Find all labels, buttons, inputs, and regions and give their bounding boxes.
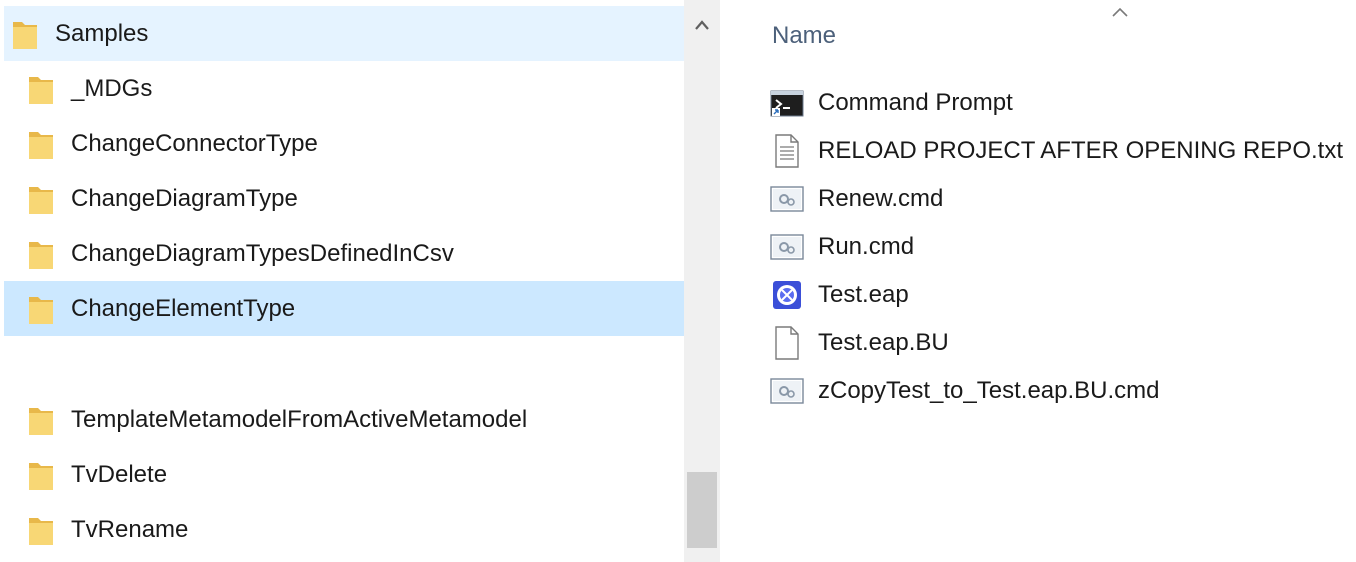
file-row[interactable]: Renew.cmd: [770, 176, 943, 222]
tree-item-change-element-type[interactable]: ChangeElementType: [4, 281, 708, 336]
file-name: Test.eap.BU: [818, 329, 949, 356]
tree-item-label: ChangeElementType: [71, 294, 296, 322]
navigation-pane: Samples _MDGs ChangeConnectorType Change…: [0, 0, 708, 562]
file-row[interactable]: zCopyTest_to_Test.eap.BU.cmd: [770, 368, 1160, 414]
eap-file-icon: [770, 278, 804, 312]
file-row[interactable]: Test.eap: [770, 272, 909, 318]
tree-item-label: _MDGs: [71, 74, 153, 102]
cmd-file-icon: [770, 230, 804, 264]
tree-item-label: ChangeDiagramType: [71, 184, 298, 212]
tree-item-label: ChangeDiagramTypesDefinedInCsv: [71, 239, 454, 267]
file-name: Renew.cmd: [818, 185, 944, 212]
folder-icon: [28, 459, 54, 491]
file-row[interactable]: Test.eap.BU: [770, 320, 949, 366]
navigation-scrollbar[interactable]: [684, 0, 720, 562]
sort-ascending-icon: [1105, 2, 1135, 25]
tree-item-template-metamodel-from-active-metamodel[interactable]: TemplateMetamodelFromActiveMetamodel: [4, 392, 708, 447]
tree-item-change-diagram-type[interactable]: ChangeDiagramType: [4, 171, 708, 226]
tree-item-mdgs[interactable]: _MDGs: [4, 61, 708, 116]
command-prompt-icon: [770, 86, 804, 120]
folder-icon: [28, 514, 54, 546]
tree-item-label: ChangeConnectorType: [71, 129, 318, 157]
cmd-file-icon: [770, 374, 804, 408]
file-name: zCopyTest_to_Test.eap.BU.cmd: [818, 377, 1160, 404]
folder-icon: [28, 238, 54, 270]
tree-item-label: TvRename: [71, 515, 189, 543]
folder-icon: [28, 293, 54, 325]
file-name: RELOAD PROJECT AFTER OPENING REPO.txt: [818, 137, 1343, 164]
cmd-file-icon: [770, 182, 804, 216]
tree-item-tv-delete[interactable]: TvDelete: [4, 447, 708, 502]
file-name: Command Prompt: [818, 89, 1013, 116]
folder-icon: [28, 128, 54, 160]
tree-item-change-diagram-types-defined-in-csv[interactable]: ChangeDiagramTypesDefinedInCsv: [4, 226, 708, 281]
file-row[interactable]: Run.cmd: [770, 224, 914, 270]
tree-item-samples[interactable]: Samples: [4, 6, 692, 61]
tree-item-label: TemplateMetamodelFromActiveMetamodel: [71, 405, 528, 433]
file-name: Test.eap: [818, 281, 909, 308]
file-list-pane: Name Command Prompt RELOAD PROJECT AFTER…: [720, 0, 1356, 562]
scroll-thumb[interactable]: [687, 472, 717, 548]
tree-item-tv-rename[interactable]: TvRename: [4, 502, 708, 557]
chevron-up-icon: [695, 20, 709, 30]
folder-icon: [28, 73, 54, 105]
column-header-name[interactable]: Name: [772, 22, 836, 50]
file-row[interactable]: Command Prompt: [770, 80, 1013, 126]
folder-icon: [28, 404, 54, 436]
tree-item-change-connector-type[interactable]: ChangeConnectorType: [4, 116, 708, 171]
file-name: Run.cmd: [818, 233, 915, 260]
folder-icon: [28, 183, 54, 215]
tree-item-label: Samples: [55, 19, 149, 47]
file-row[interactable]: RELOAD PROJECT AFTER OPENING REPO.txt: [770, 128, 1343, 174]
blank-file-icon: [770, 326, 804, 360]
scroll-up-button[interactable]: [684, 10, 720, 40]
text-file-icon: [770, 134, 804, 168]
folder-icon: [12, 18, 38, 50]
tree-item-label: TvDelete: [71, 460, 168, 488]
